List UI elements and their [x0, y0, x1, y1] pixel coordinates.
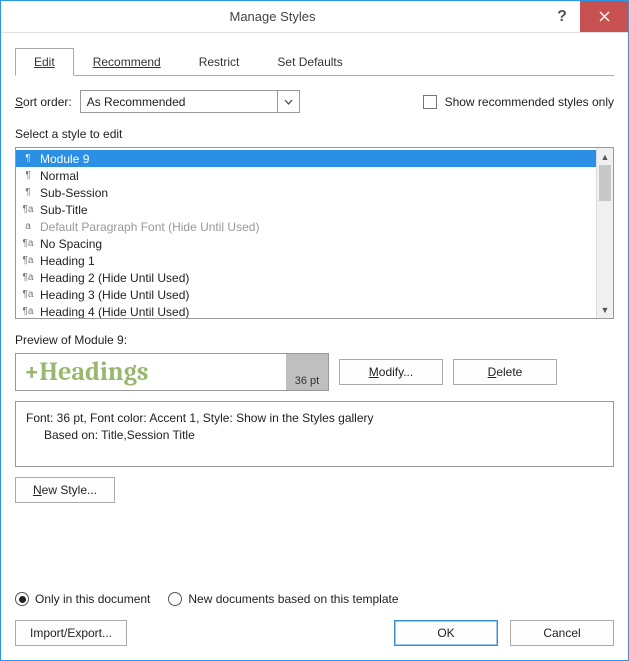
scope-radio-group: Only in this document New documents base… — [15, 568, 614, 620]
list-item[interactable]: ¶a Heading 1 — [16, 252, 596, 269]
manage-styles-dialog: Manage Styles ? Edit Recommend Restrict … — [0, 0, 629, 661]
description-line: Based on: Title,Session Title — [26, 427, 603, 444]
list-item[interactable]: ¶a Heading 2 (Hide Until Used) — [16, 269, 596, 286]
preview-size-label: 36 pt — [286, 354, 328, 390]
style-name: Heading 3 (Hide Until Used) — [40, 288, 189, 302]
chevron-down-icon — [277, 91, 299, 112]
radio-this-document[interactable]: Only in this document — [15, 592, 150, 606]
dialog-footer: Import/Export... OK Cancel — [15, 620, 614, 646]
style-name: Default Paragraph Font (Hide Until Used) — [40, 220, 259, 234]
scrollbar[interactable]: ▲ ▼ — [596, 148, 613, 318]
tab-restrict[interactable]: Restrict — [180, 48, 259, 76]
paragraph-icon: ¶ — [22, 153, 34, 164]
sort-order-label: Sort order: — [15, 95, 72, 109]
style-description: Font: 36 pt, Font color: Accent 1, Style… — [15, 401, 614, 467]
linked-style-icon: ¶a — [22, 306, 34, 317]
sort-row: Sort order: As Recommended Show recommen… — [15, 90, 614, 113]
window-title: Manage Styles — [1, 9, 544, 24]
show-recommended-label: Show recommended styles only — [445, 95, 614, 109]
description-line: Font: 36 pt, Font color: Accent 1, Style… — [26, 410, 603, 427]
tab-set-defaults[interactable]: Set Defaults — [258, 48, 361, 76]
style-listbox[interactable]: ¶ Module 9 ¶ Normal ¶ Sub-Session ¶a Sub… — [15, 147, 614, 319]
preview-label: Preview of Module 9: — [15, 333, 614, 347]
style-name: Module 9 — [40, 152, 89, 166]
preview-sample-text: +Headings — [16, 354, 286, 390]
tab-edit[interactable]: Edit — [15, 48, 74, 76]
style-name: Heading 1 — [40, 254, 95, 268]
import-export-button[interactable]: Import/Export... — [15, 620, 127, 646]
list-item[interactable]: ¶ Normal — [16, 167, 596, 184]
linked-style-icon: ¶a — [22, 272, 34, 283]
list-item[interactable]: ¶ Module 9 — [16, 150, 596, 167]
paragraph-icon: ¶ — [22, 170, 34, 181]
new-style-row: New Style... — [15, 477, 614, 503]
linked-style-icon: ¶a — [22, 238, 34, 249]
style-name: No Spacing — [40, 237, 102, 251]
style-name: Sub-Title — [40, 203, 88, 217]
window-controls: ? — [544, 1, 628, 32]
paragraph-icon: ¶ — [22, 187, 34, 198]
list-item[interactable]: ¶a Heading 4 (Hide Until Used) — [16, 303, 596, 318]
help-button[interactable]: ? — [544, 1, 580, 32]
preview-row: +Headings 36 pt Modify... Delete — [15, 353, 614, 391]
linked-style-icon: ¶a — [22, 289, 34, 300]
preview-box: +Headings 36 pt — [15, 353, 329, 391]
radio-template[interactable]: New documents based on this template — [168, 592, 398, 606]
close-button[interactable] — [580, 1, 628, 32]
new-style-button[interactable]: New Style... — [15, 477, 115, 503]
scroll-down-icon[interactable]: ▼ — [597, 301, 613, 318]
sort-order-value: As Recommended — [81, 95, 277, 109]
style-name: Heading 2 (Hide Until Used) — [40, 271, 189, 285]
tab-strip: Edit Recommend Restrict Set Defaults — [15, 47, 614, 76]
titlebar: Manage Styles ? — [1, 1, 628, 33]
linked-style-icon: ¶a — [22, 255, 34, 266]
select-style-label: Select a style to edit — [15, 127, 614, 141]
scroll-track[interactable] — [597, 165, 613, 301]
close-icon — [599, 11, 610, 22]
style-name: Sub-Session — [40, 186, 108, 200]
sort-order-select[interactable]: As Recommended — [80, 90, 300, 113]
cancel-button[interactable]: Cancel — [510, 620, 614, 646]
dialog-body: Edit Recommend Restrict Set Defaults Sor… — [1, 33, 628, 660]
style-list-items: ¶ Module 9 ¶ Normal ¶ Sub-Session ¶a Sub… — [16, 148, 596, 318]
modify-button[interactable]: Modify... — [339, 359, 443, 385]
scroll-up-icon[interactable]: ▲ — [597, 148, 613, 165]
list-item[interactable]: ¶a No Spacing — [16, 235, 596, 252]
ok-button[interactable]: OK — [394, 620, 498, 646]
list-item[interactable]: ¶a Sub-Title — [16, 201, 596, 218]
list-item[interactable]: ¶a Heading 3 (Hide Until Used) — [16, 286, 596, 303]
scroll-thumb[interactable] — [599, 165, 611, 201]
show-recommended-checkbox[interactable] — [423, 95, 437, 109]
character-style-icon: a — [22, 221, 34, 232]
radio-icon — [168, 592, 182, 606]
radio-icon — [15, 592, 29, 606]
delete-button[interactable]: Delete — [453, 359, 557, 385]
list-item[interactable]: ¶ Sub-Session — [16, 184, 596, 201]
linked-style-icon: ¶a — [22, 204, 34, 215]
tab-recommend[interactable]: Recommend — [74, 48, 180, 76]
style-name: Heading 4 (Hide Until Used) — [40, 305, 189, 319]
list-item[interactable]: a Default Paragraph Font (Hide Until Use… — [16, 218, 596, 235]
style-name: Normal — [40, 169, 79, 183]
